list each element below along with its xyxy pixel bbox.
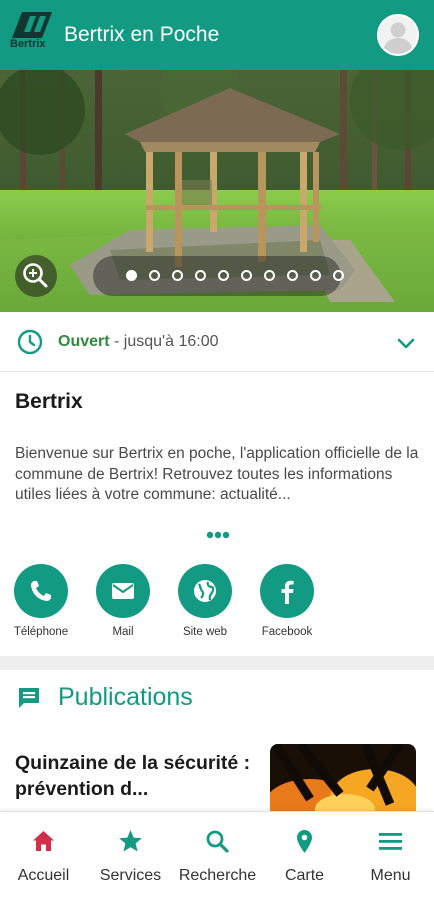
globe-icon[interactable]	[178, 564, 232, 618]
nav-carte[interactable]: Carte	[261, 812, 348, 900]
contact-mail-button[interactable]: Mail	[86, 564, 160, 638]
star-icon	[119, 830, 142, 852]
contact-label: Mail	[112, 626, 134, 638]
publication-card-title[interactable]: Quinzaine de la sécurité : prévention d.…	[15, 750, 260, 802]
contact-facebook-button[interactable]: Facebook	[250, 564, 324, 638]
nav-label: Carte	[284, 867, 325, 884]
logo-text: Bertrix	[10, 38, 46, 50]
app-title: Bertrix en Poche	[64, 23, 220, 46]
slide-dot[interactable]	[195, 270, 206, 281]
opening-hours-detail: - jusqu'à 16:00	[109, 333, 219, 350]
nav-recherche[interactable]: Recherche	[174, 812, 261, 900]
slide-dot[interactable]	[333, 270, 344, 281]
search-icon	[206, 830, 229, 853]
bottom-navigation: Accueil Services Recherche Carte Menu	[0, 811, 434, 900]
publications-title: Publications	[58, 683, 193, 711]
zoom-in-icon[interactable]	[15, 255, 57, 297]
slide-dot[interactable]	[218, 270, 229, 281]
nav-menu[interactable]: Menu	[347, 812, 434, 900]
slide-dot[interactable]	[310, 270, 321, 281]
place-description: Bienvenue sur Bertrix en poche, l'applic…	[15, 445, 419, 503]
place-name: Bertrix	[15, 390, 83, 413]
nav-accueil[interactable]: Accueil	[0, 812, 87, 900]
menu-icon	[379, 833, 402, 850]
app-bar: Bertrix Bertrix en Poche	[0, 0, 434, 70]
nav-label: Accueil	[17, 867, 70, 884]
slide-indicator	[93, 256, 344, 296]
phone-icon[interactable]	[14, 564, 68, 618]
facebook-icon[interactable]	[260, 564, 314, 618]
home-icon	[33, 831, 54, 851]
contact-label: Facebook	[261, 626, 313, 638]
contact-label: Site web	[182, 626, 228, 638]
opening-hours-row[interactable]: Ouvert - jusqu'à 16:00	[0, 312, 434, 372]
contact-phone-button[interactable]: Téléphone	[4, 564, 78, 638]
section-divider	[0, 656, 434, 670]
slide-dot[interactable]	[149, 270, 160, 281]
comment-icon	[19, 688, 39, 708]
slide-dot[interactable]	[264, 270, 275, 281]
contact-label: Téléphone	[13, 626, 69, 638]
mail-icon[interactable]	[96, 564, 150, 618]
nav-services[interactable]: Services	[87, 812, 174, 900]
open-status: Ouvert	[58, 333, 110, 350]
slide-dot[interactable]	[287, 270, 298, 281]
slide-dot[interactable]	[172, 270, 183, 281]
opening-hours-text: Ouvert - jusqu'à 16:00	[58, 332, 218, 352]
clock-icon	[17, 329, 43, 355]
nav-label: Recherche	[178, 867, 257, 884]
nav-label: Services	[99, 867, 162, 884]
slide-dot[interactable]	[126, 270, 137, 281]
contact-website-button[interactable]: Site web	[168, 564, 242, 638]
publication-card-image[interactable]	[270, 744, 416, 814]
chevron-down-icon[interactable]	[395, 332, 417, 354]
more-dots-icon[interactable]	[206, 530, 230, 540]
slide-dot[interactable]	[241, 270, 252, 281]
map-pin-icon	[297, 830, 312, 853]
nav-label: Menu	[370, 867, 411, 884]
user-avatar-icon[interactable]	[377, 14, 419, 56]
